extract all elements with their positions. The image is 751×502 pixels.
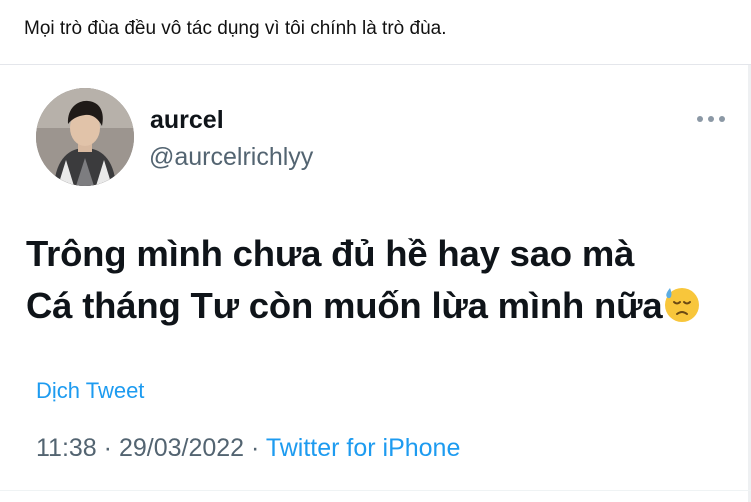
more-horizontal-icon[interactable] [697, 111, 725, 127]
tweet-text-line-2: Cá tháng Tư còn muốn lừa mình nữa [26, 285, 663, 326]
previous-post-edge [0, 0, 751, 8]
downcast-face-with-sweat-icon [665, 288, 700, 322]
display-name[interactable]: aurcel [150, 106, 224, 135]
tweet-time: 11:38 [36, 434, 97, 462]
tweet-text-line-2-wrap: Cá tháng Tư còn muốn lừa mình nữa [26, 280, 702, 332]
user-handle[interactable]: @aurcelrichlyy [149, 143, 313, 172]
tweet-text-line-1: Trông mình chưa đủ hề hay sao mà [26, 233, 635, 274]
post-caption: Mọi trò đùa đều vô tác dụng vì tôi chính… [24, 18, 447, 39]
tweet-text: Trông mình chưa đủ hề hay sao mà Cá thán… [26, 228, 702, 332]
avatar-photo [36, 88, 134, 186]
bottom-divider [0, 490, 751, 491]
tweet-meta: 11:38 · 29/03/2022 · Twitter for iPhone [36, 434, 460, 463]
translate-tweet-link[interactable]: Dịch Tweet [36, 378, 144, 404]
tweet-source-link[interactable]: Twitter for iPhone [266, 434, 461, 462]
avatar[interactable] [36, 88, 134, 186]
tweet-date[interactable]: 29/03/2022 [119, 434, 244, 462]
meta-separator: · [244, 434, 266, 462]
meta-separator: · [96, 434, 119, 462]
